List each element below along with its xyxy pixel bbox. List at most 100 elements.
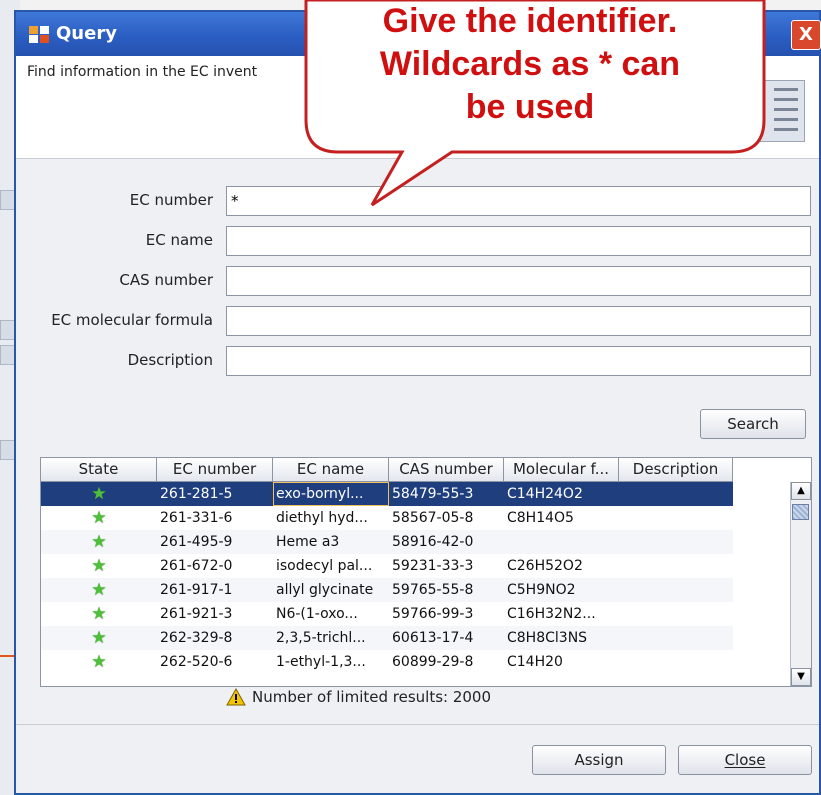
state-star-icon: ★ xyxy=(41,506,157,530)
results-table: State EC number EC name CAS number Molec… xyxy=(40,457,812,687)
cell-cas-number: 60613-17-4 xyxy=(392,630,474,646)
cell-cas-number: 58479-55-3 xyxy=(392,486,474,502)
cell-cas-number: 59231-33-3 xyxy=(392,558,474,574)
star-icon: ★ xyxy=(91,604,107,624)
cell-cas-number: 60899-29-8 xyxy=(392,654,474,670)
state-star-icon: ★ xyxy=(41,554,157,578)
cell-ec-name: 2,3,5-trichl... xyxy=(276,630,366,646)
scroll-down-arrow-icon[interactable]: ▼ xyxy=(791,668,811,686)
cell-ec-name: N6-(1-oxo... xyxy=(276,606,358,622)
cas-number-label: CAS number xyxy=(119,271,213,289)
cell-description xyxy=(619,506,733,530)
table-row[interactable]: ★ 261-281-5 exo-bornyl... 58479-55-3 C14… xyxy=(41,482,733,506)
close-button[interactable]: Close xyxy=(678,745,812,775)
cell-cas-number: 58567-05-8 xyxy=(392,510,474,526)
star-icon: ★ xyxy=(91,652,107,672)
search-button[interactable]: Search xyxy=(700,409,806,439)
cell-description xyxy=(619,554,733,578)
table-row[interactable]: ★ 261-672-0 isodecyl pal... 59231-33-3 C… xyxy=(41,554,733,578)
scroll-up-arrow-icon[interactable]: ▲ xyxy=(791,482,811,500)
cell-ec-number: 261-917-1 xyxy=(160,582,233,598)
cell-ec-number: 262-520-6 xyxy=(160,654,233,670)
ec-number-label: EC number xyxy=(129,191,213,209)
table-row[interactable]: ★ 261-331-6 diethyl hyd... 58567-05-8 C8… xyxy=(41,506,733,530)
table-header: State EC number EC name CAS number Molec… xyxy=(41,458,733,482)
column-header-state[interactable]: State xyxy=(41,458,157,482)
table-row[interactable]: ★ 262-329-8 2,3,5-trichl... 60613-17-4 C… xyxy=(41,626,733,650)
state-star-icon: ★ xyxy=(41,482,157,506)
star-icon: ★ xyxy=(91,508,107,528)
close-window-button[interactable]: X xyxy=(791,20,821,50)
ec-molecular-formula-label: EC molecular formula xyxy=(51,311,213,329)
state-star-icon: ★ xyxy=(41,626,157,650)
close-button-label: Close xyxy=(724,751,766,769)
table-row[interactable]: ★ 261-495-9 Heme a3 58916-42-0 xyxy=(41,530,733,554)
assign-button[interactable]: Assign xyxy=(532,745,666,775)
window-title: Query xyxy=(56,23,117,44)
cell-ec-name: Heme a3 xyxy=(276,534,340,550)
warning-icon xyxy=(226,688,246,706)
cell-description xyxy=(619,626,733,650)
star-icon: ★ xyxy=(91,484,107,504)
cell-formula: C26H52O2 xyxy=(507,558,583,574)
column-header-ec-number[interactable]: EC number xyxy=(157,458,273,482)
cell-description xyxy=(619,482,733,506)
cell-ec-number: 262-329-8 xyxy=(160,630,233,646)
cell-ec-name: allyl glycinate xyxy=(276,582,374,598)
column-header-molecular-formula[interactable]: Molecular f... xyxy=(504,458,619,482)
callout-line: Wildcards as * can xyxy=(379,45,681,83)
table-body: ★ 261-281-5 exo-bornyl... 58479-55-3 C14… xyxy=(41,482,733,674)
cell-ec-name: 1-ethyl-1,3... xyxy=(276,654,366,670)
cell-ec-number: 261-921-3 xyxy=(160,606,233,622)
column-header-description[interactable]: Description xyxy=(619,458,733,482)
cas-number-input[interactable] xyxy=(226,266,811,296)
footer-divider xyxy=(16,724,819,725)
vertical-scrollbar[interactable]: ▲ ▼ xyxy=(790,482,811,686)
callout-line: Give the identifier. xyxy=(382,2,678,40)
star-icon: ★ xyxy=(91,580,107,600)
scroll-thumb[interactable] xyxy=(792,504,809,520)
cell-description xyxy=(619,530,733,554)
column-header-ec-name[interactable]: EC name xyxy=(273,458,389,482)
cell-formula: C5H9NO2 xyxy=(507,582,576,598)
ec-molecular-formula-input[interactable] xyxy=(226,306,811,336)
table-row[interactable]: ★ 261-917-1 allyl glycinate 59765-55-8 C… xyxy=(41,578,733,602)
cell-ec-number: 261-495-9 xyxy=(160,534,233,550)
state-star-icon: ★ xyxy=(41,650,157,674)
cell-cas-number: 59765-55-8 xyxy=(392,582,474,598)
state-star-icon: ★ xyxy=(41,602,157,626)
table-row[interactable]: ★ 262-520-6 1-ethyl-1,3... 60899-29-8 C1… xyxy=(41,650,733,674)
ec-name-input[interactable] xyxy=(226,226,811,256)
description-input[interactable] xyxy=(226,346,811,376)
cell-formula: C16H32N2... xyxy=(507,606,596,622)
cell-description xyxy=(619,650,733,674)
star-icon: ★ xyxy=(91,532,107,552)
ec-name-label: EC name xyxy=(145,231,213,249)
cell-formula: C8H14O5 xyxy=(507,510,574,526)
cell-formula: C14H20 xyxy=(507,654,563,670)
cell-formula xyxy=(504,530,619,554)
state-star-icon: ★ xyxy=(41,530,157,554)
cell-formula: C8H8Cl3NS xyxy=(507,630,588,646)
callout-text: Give the identifier. Wildcards as * can … xyxy=(300,0,760,129)
table-row[interactable]: ★ 261-921-3 N6-(1-oxo... 59766-99-3 C16H… xyxy=(41,602,733,626)
header-description: Find information in the EC invent xyxy=(27,64,258,80)
cell-ec-name: exo-bornyl... xyxy=(273,482,389,506)
cell-ec-number: 261-331-6 xyxy=(160,510,233,526)
limit-text: Number of limited results: 2000 xyxy=(252,688,492,706)
cell-ec-number: 261-281-5 xyxy=(160,486,233,502)
result-limit-status: Number of limited results: 2000 xyxy=(226,688,491,706)
state-star-icon: ★ xyxy=(41,578,157,602)
cell-formula: C14H24O2 xyxy=(507,486,583,502)
cell-description xyxy=(619,602,733,626)
column-header-cas-number[interactable]: CAS number xyxy=(389,458,504,482)
cell-ec-number: 261-672-0 xyxy=(160,558,233,574)
cell-ec-name: diethyl hyd... xyxy=(276,510,368,526)
cell-cas-number: 58916-42-0 xyxy=(392,534,474,550)
callout-line: be used xyxy=(465,88,595,126)
app-icon xyxy=(29,26,49,43)
description-label: Description xyxy=(127,351,213,369)
star-icon: ★ xyxy=(91,556,107,576)
cell-description xyxy=(619,578,733,602)
cell-cas-number: 59766-99-3 xyxy=(392,606,474,622)
